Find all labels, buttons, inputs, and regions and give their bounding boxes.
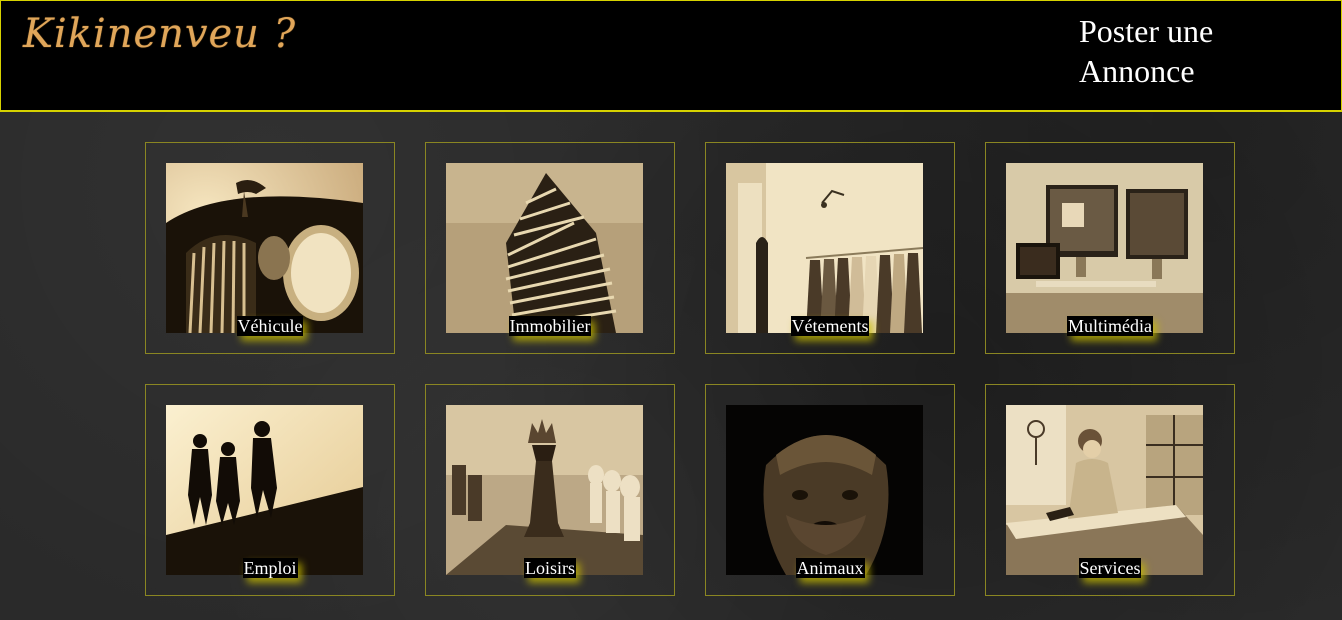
chess-king-image	[446, 405, 643, 575]
category-image-multimedia	[1006, 163, 1203, 333]
category-card-services[interactable]: Services	[985, 384, 1235, 596]
category-card-emploi[interactable]: Emploi	[145, 384, 395, 596]
category-image-loisirs	[446, 405, 643, 575]
category-card-immobilier[interactable]: Immobilier	[425, 142, 675, 354]
category-label: Vétements	[790, 316, 870, 336]
dog-face-image	[726, 405, 923, 575]
site-header: Kikinenveu ? Poster une Annonce	[0, 0, 1342, 112]
category-card-animaux[interactable]: Animaux	[705, 384, 955, 596]
category-image-emploi	[166, 405, 363, 575]
category-label: Loisirs	[523, 558, 576, 578]
category-card-loisirs[interactable]: Loisirs	[425, 384, 675, 596]
woman-ironing-image	[1006, 405, 1203, 575]
workers-silhouette-image	[166, 405, 363, 575]
car-grille-headlight-image	[166, 163, 363, 333]
category-image-immobilier	[446, 163, 643, 333]
category-label: Immobilier	[508, 316, 592, 336]
category-image-animaux	[726, 405, 923, 575]
clothing-rack-image	[726, 163, 923, 333]
tower-building-image	[446, 163, 643, 333]
category-card-vetements[interactable]: Vétements	[705, 142, 955, 354]
computer-monitors-image	[1006, 163, 1203, 333]
post-ad-link[interactable]: Poster une Annonce	[1079, 11, 1249, 91]
category-label: Véhicule	[236, 316, 304, 336]
category-card-vehicule[interactable]: Véhicule	[145, 142, 395, 354]
category-card-multimedia[interactable]: Multimédia	[985, 142, 1235, 354]
site-logo[interactable]: Kikinenveu ?	[23, 11, 296, 57]
category-label: Services	[1078, 558, 1142, 578]
category-label: Emploi	[242, 558, 298, 578]
category-label: Animaux	[795, 558, 865, 578]
category-image-vehicule	[166, 163, 363, 333]
category-grid: Véhicule Immobilier Vétements Multimédia…	[145, 142, 1235, 596]
category-image-vetements	[726, 163, 923, 333]
category-image-services	[1006, 405, 1203, 575]
category-label: Multimédia	[1067, 316, 1153, 336]
